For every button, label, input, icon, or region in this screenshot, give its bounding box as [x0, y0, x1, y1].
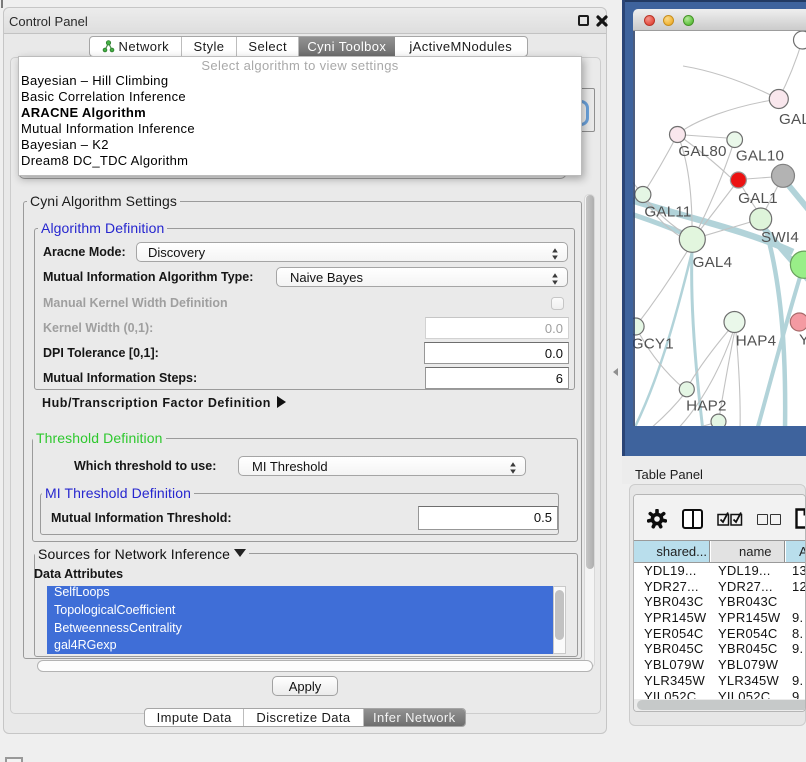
svg-text:GAL11: GAL11 [644, 204, 691, 221]
svg-text:GAL4: GAL4 [693, 254, 733, 271]
svg-text:YJ: YJ [799, 332, 806, 349]
svg-text:GCY1: GCY1 [633, 336, 674, 353]
svg-text:HAP2: HAP2 [686, 398, 726, 415]
svg-text:GAL10: GAL10 [736, 148, 784, 165]
svg-text:HAP4: HAP4 [736, 333, 776, 350]
svg-text:SWI4: SWI4 [761, 229, 799, 246]
svg-text:GAL1: GAL1 [738, 190, 778, 207]
svg-text:GAL80: GAL80 [678, 143, 726, 160]
svg-text:GAL7: GAL7 [779, 111, 806, 128]
